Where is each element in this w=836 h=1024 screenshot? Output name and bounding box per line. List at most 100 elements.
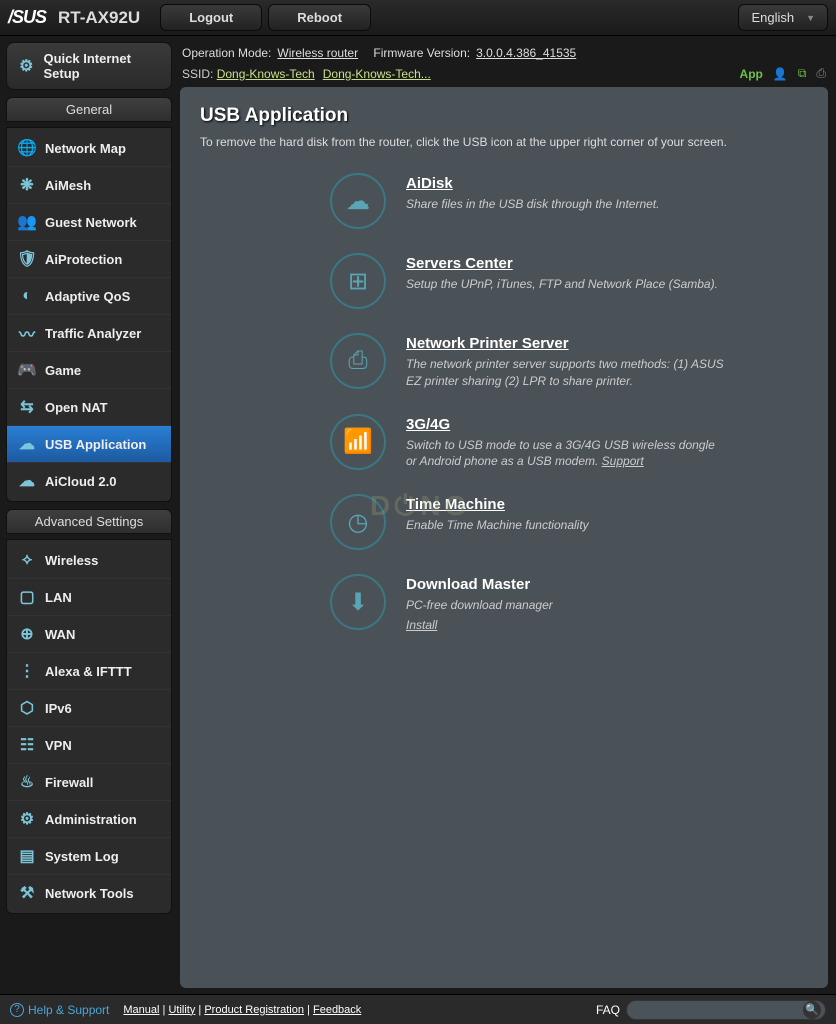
reboot-button[interactable]: Reboot — [268, 4, 371, 31]
clock-icon[interactable]: ◷ — [330, 494, 386, 550]
sidebar-item-label: Firewall — [45, 775, 93, 790]
vpn-icon: ☷ — [17, 735, 37, 755]
gauge-icon: ◐ — [17, 286, 37, 306]
sidebar-item-firewall[interactable]: ♨ Firewall — [7, 763, 171, 800]
sidebar-item-label: Wireless — [45, 553, 98, 568]
product-reg-link[interactable]: Product Registration — [204, 1004, 304, 1016]
language-dropdown[interactable]: English ▼ — [738, 4, 828, 31]
sidebar-item-network-map[interactable]: 🌐Network Map — [7, 130, 171, 166]
app-row-network-printer-server: ⎙ Network Printer Server The network print… — [200, 333, 808, 390]
app-title-link[interactable]: Time Machine — [406, 496, 505, 513]
sidebar-item-label: Game — [45, 363, 81, 378]
general-menu: 🌐Network Map ❋ AiMesh 👥Guest Network🛡AiProt… — [6, 127, 172, 502]
app-title-link[interactable]: 3G/4G — [406, 416, 450, 433]
sidebar-item-label: WAN — [45, 627, 75, 642]
ipv6-icon: ⬡ — [17, 698, 37, 718]
firmware-link[interactable]: 3.0.0.4.386_41535 — [476, 46, 576, 60]
sidebar-item-label: System Log — [45, 849, 119, 864]
app-description: The network printer server supports two … — [406, 356, 726, 390]
faq-search[interactable]: 🔍 — [626, 1000, 826, 1020]
app-row-servers-center: ⊞ Servers Center Setup the UPnP, iTunes, F… — [200, 253, 808, 309]
sidebar-item-traffic-analyzer[interactable]: 〰Traffic Analyzer — [7, 314, 171, 351]
disk-icon[interactable]: ☁ — [330, 173, 386, 229]
sidebar-item-alexa-ifttt[interactable]: ⋮Alexa & IFTTT — [7, 652, 171, 689]
sidebar-item-label: Network Map — [45, 141, 126, 156]
sidebar-item-label: AiMesh — [45, 178, 91, 193]
sidebar-item-open-nat[interactable]: ⇆Open NAT — [7, 388, 171, 425]
panel-title: USB Application — [200, 105, 808, 127]
sidebar-item-game[interactable]: 🎮Game — [7, 351, 171, 388]
sidebar-item-vpn[interactable]: ☷ VPN — [7, 726, 171, 763]
help-icon: ? — [10, 1003, 24, 1017]
app-extra-link[interactable]: Support — [602, 454, 644, 468]
sidebar-item-label: Network Tools — [45, 886, 134, 901]
app-title-link[interactable]: Download Master — [406, 576, 530, 593]
lan-icon: ▢ — [17, 587, 37, 607]
sidebar-item-label: VPN — [45, 738, 72, 753]
language-label: English — [751, 10, 794, 25]
panel-subtitle: To remove the hard disk from the router,… — [200, 135, 808, 149]
sidebar-item-aimesh[interactable]: ❋ AiMesh — [7, 166, 171, 203]
install-link[interactable]: Install — [406, 618, 808, 632]
tools-icon: ⚒ — [17, 883, 37, 903]
feedback-link[interactable]: Feedback — [313, 1004, 361, 1016]
sidebar-item-usb-application[interactable]: ☁USB Application — [7, 425, 171, 462]
gear-icon: ⚙ — [17, 56, 35, 76]
sidebar-item-wireless[interactable]: ⟡ Wireless — [7, 542, 171, 578]
sidebar-item-adaptive-qos[interactable]: ◐Adaptive QoS — [7, 277, 171, 314]
sidebar-item-ipv6[interactable]: ⬡ IPv6 — [7, 689, 171, 726]
app-description: Setup the UPnP, iTunes, FTP and Network … — [406, 276, 726, 293]
sidebar-item-guest-network[interactable]: 👥Guest Network — [7, 203, 171, 240]
app-title-link[interactable]: Network Printer Server — [406, 335, 569, 352]
usb-application-panel: USB Application To remove the hard disk … — [180, 87, 828, 988]
app-description: PC-free download manager — [406, 597, 726, 614]
sidebar-item-wan[interactable]: ⊕ WAN — [7, 615, 171, 652]
network-icon[interactable]: ⧉ — [798, 66, 807, 81]
fire-icon: ♨ — [17, 772, 37, 792]
chevron-down-icon: ▼ — [806, 13, 815, 23]
download-icon[interactable]: ⬇ — [330, 574, 386, 630]
utility-link[interactable]: Utility — [168, 1004, 195, 1016]
quick-internet-setup[interactable]: ⚙ Quick Internet Setup — [6, 42, 172, 90]
app-title-link[interactable]: AiDisk — [406, 175, 453, 192]
printer-icon[interactable]: ⎙ — [330, 333, 386, 389]
server-icon[interactable]: ⊞ — [330, 253, 386, 309]
admin-icon: ⚙ — [17, 809, 37, 829]
sidebar-item-network-tools[interactable]: ⚒ Network Tools — [7, 874, 171, 911]
help-support-link[interactable]: Help & Support — [28, 1003, 109, 1017]
sidebar-item-administration[interactable]: ⚙Administration — [7, 800, 171, 837]
usb-icon[interactable]: ⎙ — [816, 66, 826, 81]
search-icon[interactable]: 🔍 — [803, 1001, 821, 1019]
app-link[interactable]: App — [740, 67, 763, 81]
wifi-icon: ⟡ — [17, 550, 37, 570]
sidebar-item-lan[interactable]: ▢ LAN — [7, 578, 171, 615]
ssid-1[interactable]: Dong-Knows-Tech — [217, 67, 315, 81]
4g-icon[interactable]: 📶 — [330, 414, 386, 470]
sidebar-item-aicloud-2-0[interactable]: ☁AiCloud 2.0 — [7, 462, 171, 499]
footer-links: Manual | Utility | Product Registration … — [123, 1004, 361, 1016]
user-icon[interactable]: 👤 — [773, 67, 788, 81]
app-title-link[interactable]: Servers Center — [406, 255, 513, 272]
wan-icon: ⊕ — [17, 624, 37, 644]
main-content: Operation Mode: Wireless router Firmware… — [178, 36, 836, 994]
advanced-header: Advanced Settings — [6, 509, 172, 534]
sidebar-item-system-log[interactable]: ▤System Log — [7, 837, 171, 874]
sidebar-item-label: AiProtection — [45, 252, 122, 267]
app-description: Share files in the USB disk through the … — [406, 196, 726, 213]
sidebar-item-aiprotection[interactable]: 🛡AiProtection — [7, 240, 171, 277]
manual-link[interactable]: Manual — [123, 1004, 159, 1016]
top-bar: /SUS RT-AX92U Logout Reboot English ▼ — [0, 0, 836, 36]
app-row-aidisk: ☁ AiDisk Share files in the USB disk throu… — [200, 173, 808, 229]
sidebar-item-label: Alexa & IFTTT — [45, 664, 132, 679]
sidebar-item-label: Traffic Analyzer — [45, 326, 141, 341]
cloud2-icon: ☁ — [17, 471, 37, 491]
logout-button[interactable]: Logout — [160, 4, 262, 31]
status-line-1: Operation Mode: Wireless router Firmware… — [180, 42, 828, 64]
sidebar-item-label: IPv6 — [45, 701, 72, 716]
ssid-2[interactable]: Dong-Knows-Tech... — [323, 67, 431, 81]
mesh-icon: ❋ — [17, 175, 37, 195]
op-mode-link[interactable]: Wireless router — [277, 46, 358, 60]
sidebar-item-label: LAN — [45, 590, 72, 605]
footer: ? Help & Support Manual | Utility | Prod… — [0, 994, 836, 1024]
sidebar-item-label: Guest Network — [45, 215, 137, 230]
